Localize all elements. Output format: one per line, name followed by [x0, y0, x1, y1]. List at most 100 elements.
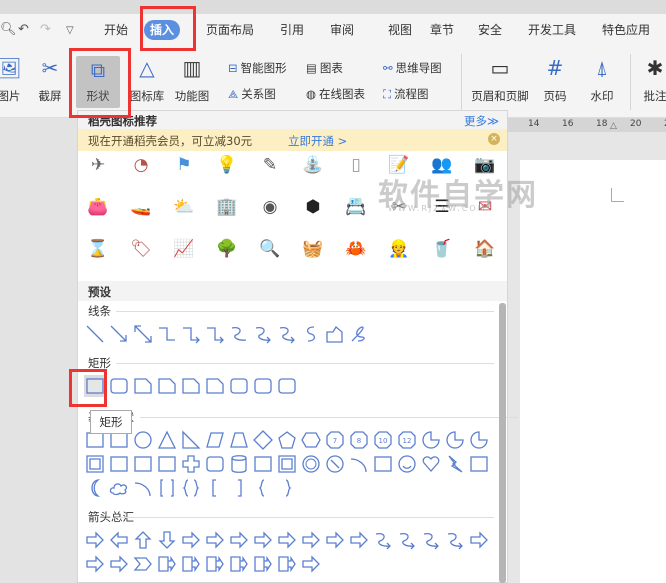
recommended-icon[interactable]: 📈: [172, 237, 196, 261]
shape-u-turn-arrow[interactable]: [300, 529, 322, 551]
shape-left-up-arrow[interactable]: [324, 529, 346, 551]
shape-curved-up-arrow[interactable]: [420, 529, 442, 551]
tab-8[interactable]: 开发工具: [522, 20, 582, 40]
shape-oval[interactable]: [132, 429, 154, 451]
shape-teardrop[interactable]: [468, 429, 490, 451]
smart-art-button[interactable]: ⊟ 智能图形: [228, 58, 287, 78]
shape-curved-left-arrow[interactable]: [396, 529, 418, 551]
shape-double-brace[interactable]: [180, 477, 202, 499]
shape-heart[interactable]: [420, 453, 442, 475]
shape-triangle[interactable]: [156, 429, 178, 451]
mind-map-button[interactable]: ⚯ 思维导图: [383, 58, 442, 78]
page-number-button[interactable]: # 页码: [538, 46, 572, 118]
shape-folded-corner[interactable]: [372, 453, 394, 475]
shape-quad-arrow-callout[interactable]: [276, 553, 298, 575]
shape-up-arrow-callout[interactable]: [204, 553, 226, 575]
chart-button[interactable]: ▤ 图表: [306, 58, 343, 78]
recommended-icon[interactable]: 🦀: [344, 237, 368, 261]
indent-marker[interactable]: △: [610, 121, 617, 131]
redo-icon[interactable]: ↷: [40, 22, 51, 37]
shape-plaque[interactable]: [204, 453, 226, 475]
recommended-icon[interactable]: ◉: [258, 195, 282, 219]
tab-5[interactable]: 视图: [382, 20, 418, 40]
shape-scribble[interactable]: [348, 323, 370, 345]
shape-up-down-arrow[interactable]: [204, 529, 226, 551]
shape-can[interactable]: [228, 453, 250, 475]
comment-button[interactable]: ✱ 批注: [638, 46, 666, 118]
shape-right-bracket[interactable]: [228, 477, 250, 499]
shape-bevel[interactable]: [276, 453, 298, 475]
shape-elbow-double-arrow[interactable]: [204, 323, 226, 345]
shape-left-brace[interactable]: [252, 477, 274, 499]
screenshot-button[interactable]: ✂ 截屏: [32, 46, 68, 118]
shape-left-right-arrow[interactable]: [180, 529, 202, 551]
shape-cloud[interactable]: [108, 477, 130, 499]
shape-notched-right-arrow[interactable]: [84, 553, 106, 575]
shape-double-arrow[interactable]: [132, 323, 154, 345]
tab-0[interactable]: 开始: [98, 20, 134, 40]
shape-line[interactable]: [84, 323, 106, 345]
recommended-icon[interactable]: ▯: [344, 153, 368, 177]
shape-left-bracket[interactable]: [204, 477, 226, 499]
customize-icon[interactable]: ▽: [66, 25, 74, 36]
shape-dodecagon[interactable]: 12: [396, 429, 418, 451]
shape-curved-right-arrow[interactable]: [372, 529, 394, 551]
shape-diagonal-stripe[interactable]: [156, 453, 178, 475]
recommended-icon[interactable]: ◔: [129, 153, 153, 177]
recommended-icon[interactable]: 🏠: [473, 237, 497, 261]
shape-chevron[interactable]: [132, 553, 154, 575]
close-icon[interactable]: ×: [488, 133, 500, 145]
recommended-icon[interactable]: 📇: [344, 195, 368, 219]
shapes-button[interactable]: ⧉ 形状: [76, 56, 120, 108]
recommended-icon[interactable]: 👛: [86, 195, 110, 219]
shape-up-arrow[interactable]: [132, 529, 154, 551]
shape-snip-diagonal-rect[interactable]: [180, 375, 202, 397]
shape-smiley[interactable]: [396, 453, 418, 475]
open-membership-link[interactable]: 立即开通 >: [288, 133, 347, 149]
shape-snip-corner-rect[interactable]: [132, 375, 154, 397]
shape-right-arrow-callout[interactable]: [156, 553, 178, 575]
online-chart-button[interactable]: ◍ 在线图表: [306, 84, 365, 104]
recommended-icon[interactable]: 🥤: [430, 237, 454, 261]
shape-cross[interactable]: [180, 453, 202, 475]
function-chart-button[interactable]: ▥ 功能图: [170, 46, 214, 118]
shape-donut[interactable]: [300, 453, 322, 475]
relation-button[interactable]: ⟁ 关系图: [228, 84, 276, 104]
shape-no-symbol[interactable]: [324, 453, 346, 475]
recommended-icon[interactable]: 🧺: [301, 237, 325, 261]
recommended-icon[interactable]: 🔍: [258, 237, 282, 261]
flowchart-button[interactable]: ⛶ 流程图: [383, 84, 429, 104]
tab-3[interactable]: 引用: [274, 20, 310, 40]
recommended-icon[interactable]: 🚤: [129, 195, 153, 219]
header-footer-button[interactable]: ▭ 页眉和页脚: [466, 46, 534, 118]
recommended-icon[interactable]: 🌳: [215, 237, 239, 261]
shape-parallelogram[interactable]: [204, 429, 226, 451]
shape-trapezoid[interactable]: [228, 429, 250, 451]
shape-round-corner-rect[interactable]: [228, 375, 250, 397]
shape-block-arc[interactable]: [348, 453, 370, 475]
shape-down-arrow-callout[interactable]: [228, 553, 250, 575]
recommended-icon[interactable]: 👷: [387, 237, 411, 261]
shape-right-triangle[interactable]: [180, 429, 202, 451]
shape-circular-arrow[interactable]: [300, 553, 322, 575]
shape-bent-arrow[interactable]: [276, 529, 298, 551]
tab-7[interactable]: 安全: [472, 20, 508, 40]
watermark-button[interactable]: ⍋ 水印: [584, 46, 620, 118]
recommended-icon[interactable]: 🏷: [129, 237, 153, 261]
document-page[interactable]: [520, 160, 666, 583]
shape-frame[interactable]: [84, 453, 106, 475]
shape-right-brace[interactable]: [276, 477, 298, 499]
shape-curved-down-arrow[interactable]: [444, 529, 466, 551]
shape-bent-up-arrow[interactable]: [348, 529, 370, 551]
scrollbar[interactable]: [499, 303, 506, 583]
shape-quad-arrow[interactable]: [228, 529, 250, 551]
shape-left-arrow-callout[interactable]: [180, 553, 202, 575]
shape-round-same-side-rect[interactable]: [252, 375, 274, 397]
picture-button[interactable]: 🖼︎ 图片: [0, 46, 26, 118]
shape-s-curve[interactable]: [300, 323, 322, 345]
shape-snip-same-side-rect[interactable]: [156, 375, 178, 397]
recommended-icon[interactable]: 🏢: [215, 195, 239, 219]
shape-arrow[interactable]: [108, 323, 130, 345]
shape-l-shape[interactable]: [132, 453, 154, 475]
recommended-icon[interactable]: 💡: [215, 153, 239, 177]
